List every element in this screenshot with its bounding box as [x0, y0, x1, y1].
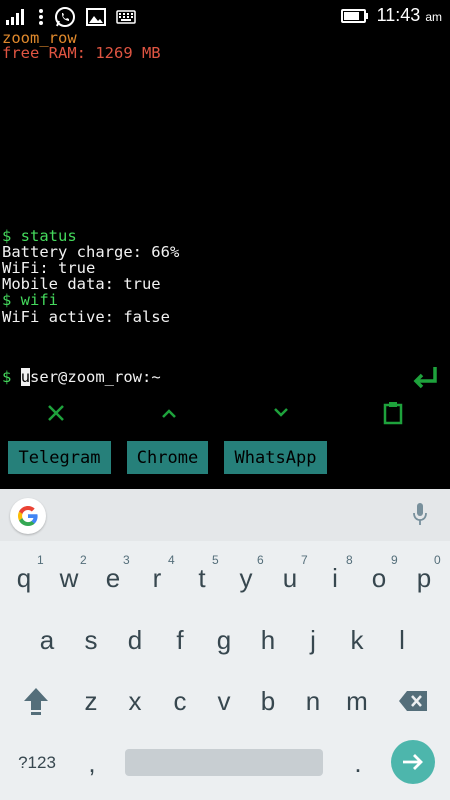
key-w[interactable]: w [47, 553, 91, 603]
key-n[interactable]: n [291, 676, 335, 726]
status-right: 11:43 am [340, 5, 442, 26]
clock-time: 11:43 [376, 5, 421, 25]
whatsapp-icon [55, 7, 75, 27]
key-v[interactable]: v [202, 676, 246, 726]
battery-icon [340, 8, 368, 23]
key-q[interactable]: q [2, 553, 46, 603]
clipboard-icon [383, 402, 403, 425]
terminal-line: Mobile data: true [2, 275, 161, 293]
key-k[interactable]: k [335, 615, 379, 665]
keyboard-suggestion-bar [0, 489, 450, 541]
clock-ampm: am [425, 10, 442, 24]
key-d[interactable]: d [113, 615, 157, 665]
key-l[interactable]: l [380, 615, 424, 665]
soft-keyboard: 1 2 3 4 5 6 7 8 9 0 q w e r t y u i o p … [0, 489, 450, 800]
key-b[interactable]: b [246, 676, 290, 726]
shortcut-whatsapp-button[interactable]: WhatsApp [224, 441, 327, 474]
arrow-right-icon [403, 754, 423, 770]
terminal-line: $ wifi [2, 291, 58, 309]
chevron-up-icon [162, 409, 176, 418]
close-key[interactable] [36, 398, 76, 428]
key-x[interactable]: x [113, 676, 157, 726]
enter-icon[interactable] [410, 363, 440, 393]
backspace-key[interactable] [391, 676, 435, 726]
key-t[interactable]: t [180, 553, 224, 603]
key-a[interactable]: a [25, 615, 69, 665]
image-icon [86, 8, 106, 26]
key-g[interactable]: g [202, 615, 246, 665]
key-c[interactable]: c [158, 676, 202, 726]
status-left-icons [6, 6, 136, 28]
prompt-text: ser@zoom_row:~ [30, 368, 161, 386]
key-m[interactable]: m [335, 676, 379, 726]
terminal-prompt[interactable]: $ user@zoom_row:~ [2, 368, 161, 386]
microphone-icon[interactable] [412, 502, 428, 528]
key-y[interactable]: y [224, 553, 268, 603]
more-vert-icon [39, 9, 43, 25]
shortcut-telegram-button[interactable]: Telegram [8, 441, 111, 474]
key-p[interactable]: p [402, 553, 446, 603]
go-button[interactable] [391, 740, 435, 784]
status-bar: 11:43 am [0, 0, 450, 32]
clock: 11:43 am [377, 5, 442, 26]
down-key[interactable] [261, 398, 301, 428]
signal-icon [6, 9, 24, 25]
key-s[interactable]: s [69, 615, 113, 665]
key-h[interactable]: h [246, 615, 290, 665]
shortcut-chrome-button[interactable]: Chrome [127, 441, 208, 474]
google-g-icon [18, 506, 38, 526]
key-f[interactable]: f [158, 615, 202, 665]
key-period[interactable]: . [336, 738, 380, 788]
key-e[interactable]: e [91, 553, 135, 603]
terminal-line: Battery charge: 66% [2, 243, 180, 261]
key-comma[interactable]: , [70, 738, 114, 788]
terminal-line: free RAM: 1269 MB [2, 44, 161, 62]
shift-key[interactable] [14, 676, 58, 726]
chevron-down-icon [274, 408, 288, 417]
up-key[interactable] [149, 398, 189, 428]
close-icon [48, 405, 64, 421]
terminal-line: WiFi: true [2, 259, 96, 277]
shift-icon [24, 688, 48, 715]
shortcut-bar: Telegram Chrome WhatsApp [0, 441, 450, 475]
key-o[interactable]: o [357, 553, 401, 603]
text-cursor: u [20, 368, 31, 386]
symbols-key[interactable]: ?123 [8, 738, 66, 788]
key-r[interactable]: r [135, 553, 179, 603]
key-z[interactable]: z [69, 676, 113, 726]
space-bar[interactable] [125, 749, 323, 776]
extra-keys-row [0, 398, 450, 432]
terminal-line: WiFi active: false [2, 308, 170, 326]
clipboard-key[interactable] [373, 398, 413, 428]
key-u[interactable]: u [268, 553, 312, 603]
prompt-symbol: $ [2, 368, 12, 386]
key-i[interactable]: i [313, 553, 357, 603]
backspace-icon [399, 691, 427, 711]
terminal-line: $ status [2, 227, 77, 245]
google-logo-icon[interactable] [10, 498, 46, 534]
keyboard-icon [116, 10, 136, 24]
key-j[interactable]: j [291, 615, 335, 665]
